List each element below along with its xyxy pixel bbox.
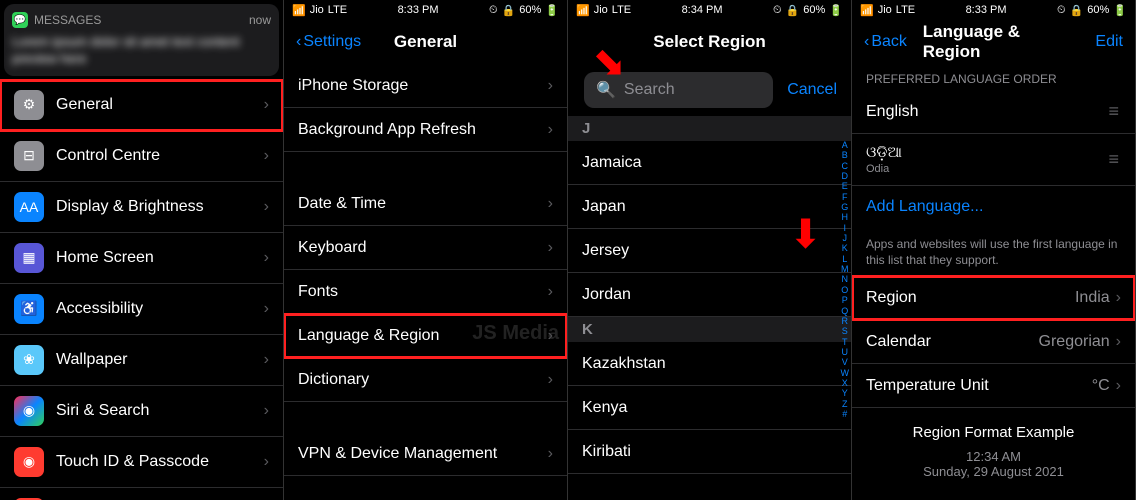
wallpaper-row[interactable]: ❀ Wallpaper › — [0, 335, 283, 386]
chevron-right-icon: › — [264, 147, 269, 165]
vpn-row[interactable]: VPN & Device Management› — [284, 432, 567, 476]
sos-row[interactable]: SOS Emergency SOS › — [0, 488, 283, 500]
messages-icon: 💬 — [12, 12, 28, 28]
control-centre-row[interactable]: ⊟ Control Centre › — [0, 131, 283, 182]
section-index-k: K — [568, 317, 851, 342]
date-time-row[interactable]: Date & Time› — [284, 182, 567, 226]
dictionary-row[interactable]: Dictionary› — [284, 358, 567, 402]
chevron-right-icon: › — [264, 300, 269, 318]
temperature-row[interactable]: Temperature Unit °C › — [852, 364, 1135, 408]
annotation-arrow-icon: ➡ — [783, 216, 829, 250]
add-language-button[interactable]: Add Language... — [852, 186, 1135, 228]
chevron-left-icon: ‹ — [864, 33, 869, 51]
chevron-right-icon: › — [264, 198, 269, 216]
chevron-right-icon: › — [548, 445, 553, 463]
text-size-icon: AA — [14, 192, 44, 222]
notif-timestamp: now — [249, 13, 271, 27]
language-row-english[interactable]: English ≡ — [852, 90, 1135, 134]
chevron-right-icon: › — [548, 371, 553, 389]
chevron-right-icon: › — [264, 351, 269, 369]
back-button[interactable]: ‹Back — [864, 33, 907, 51]
region-row-kiribati[interactable]: Kiribati — [568, 430, 851, 474]
iphone-storage-row[interactable]: iPhone Storage› — [284, 64, 567, 108]
siri-search-row[interactable]: ◉ Siri & Search › — [0, 386, 283, 437]
gear-icon: ⚙ — [14, 90, 44, 120]
background-refresh-row[interactable]: Background App Refresh› — [284, 108, 567, 152]
settings-main-panel: 💬 MESSAGES now Lorem ipsum dolor sit ame… — [0, 0, 284, 500]
display-brightness-row[interactable]: AA Display & Brightness › — [0, 182, 283, 233]
section-footer: Apps and websites will use the first lan… — [852, 228, 1135, 276]
general-row[interactable]: ⚙ General › — [0, 80, 283, 131]
nav-bar: ‹Back Language & Region Edit — [852, 20, 1135, 64]
language-row-odia[interactable]: ଓଡ଼ିଆ Odia ≡ — [852, 134, 1135, 186]
region-row-kenya[interactable]: Kenya — [568, 386, 851, 430]
chevron-right-icon: › — [264, 402, 269, 420]
chevron-left-icon: ‹ — [296, 33, 301, 51]
chevron-right-icon: › — [1116, 377, 1121, 395]
keyboard-row[interactable]: Keyboard› — [284, 226, 567, 270]
region-row-kazakhstan[interactable]: Kazakhstan — [568, 342, 851, 386]
drag-handle-icon[interactable]: ≡ — [1108, 155, 1121, 163]
region-row-jordan[interactable]: Jordan — [568, 273, 851, 317]
status-bar: 📶JioLTE 8:33 PM ⏲🔒60%🔋 — [284, 0, 567, 20]
select-region-panel: 📶JioLTE 8:34 PM ⏲🔒60%🔋 Select Region ➡ 🔍… — [568, 0, 852, 500]
region-format-example: Region Format Example 12:34 AM Sunday, 2… — [852, 408, 1135, 495]
notif-app-name: MESSAGES — [34, 13, 101, 27]
accessibility-row[interactable]: ♿ Accessibility › — [0, 284, 283, 335]
region-row[interactable]: Region India › — [852, 276, 1135, 320]
chevron-right-icon: › — [548, 327, 553, 345]
status-bar: 📶JioLTE 8:33 PM ⏲🔒60%🔋 — [852, 0, 1135, 20]
switches-icon: ⊟ — [14, 141, 44, 171]
cancel-button[interactable]: Cancel — [781, 81, 843, 99]
chevron-right-icon: › — [264, 453, 269, 471]
language-region-panel: 📶JioLTE 8:33 PM ⏲🔒60%🔋 ‹Back Language & … — [852, 0, 1136, 500]
calendar-row[interactable]: Calendar Gregorian › — [852, 320, 1135, 364]
status-bar: 📶JioLTE 8:34 PM ⏲🔒60%🔋 — [568, 0, 851, 20]
fingerprint-icon: ◉ — [14, 447, 44, 477]
fonts-row[interactable]: Fonts› — [284, 270, 567, 314]
chevron-right-icon: › — [548, 283, 553, 301]
notification-banner[interactable]: 💬 MESSAGES now Lorem ipsum dolor sit ame… — [4, 4, 279, 76]
chevron-right-icon: › — [264, 249, 269, 267]
accessibility-icon: ♿ — [14, 294, 44, 324]
alphabet-index[interactable]: ABCDEFGHIJKLMNOPQRSTUVWXYZ# — [841, 140, 850, 419]
general-settings-panel: 📶JioLTE 8:33 PM ⏲🔒60%🔋 ‹Settings General… — [284, 0, 568, 500]
section-index-j: J — [568, 116, 851, 141]
page-title: General — [394, 32, 457, 52]
home-screen-row[interactable]: ▦ Home Screen › — [0, 233, 283, 284]
region-row-jamaica[interactable]: Jamaica — [568, 141, 851, 185]
wallpaper-icon: ❀ — [14, 345, 44, 375]
chevron-right-icon: › — [548, 77, 553, 95]
section-header: Preferred Language Order — [852, 64, 1135, 90]
chevron-right-icon: › — [264, 96, 269, 114]
page-title: Select Region — [653, 32, 765, 52]
language-region-row[interactable]: Language & Region› JS Media — [284, 314, 567, 358]
chevron-right-icon: › — [548, 121, 553, 139]
page-title: Language & Region — [923, 22, 1065, 62]
back-button[interactable]: ‹Settings — [296, 33, 361, 51]
edit-button[interactable]: Edit — [1095, 33, 1123, 51]
chevron-right-icon: › — [1116, 289, 1121, 307]
siri-icon: ◉ — [14, 396, 44, 426]
chevron-right-icon: › — [548, 195, 553, 213]
touchid-row[interactable]: ◉ Touch ID & Passcode › — [0, 437, 283, 488]
chevron-right-icon: › — [548, 239, 553, 257]
drag-handle-icon[interactable]: ≡ — [1108, 107, 1121, 115]
grid-icon: ▦ — [14, 243, 44, 273]
chevron-right-icon: › — [1116, 333, 1121, 351]
notif-content: Lorem ipsum dolor sit amet text content … — [12, 34, 271, 68]
nav-bar: ‹Settings General — [284, 20, 567, 64]
